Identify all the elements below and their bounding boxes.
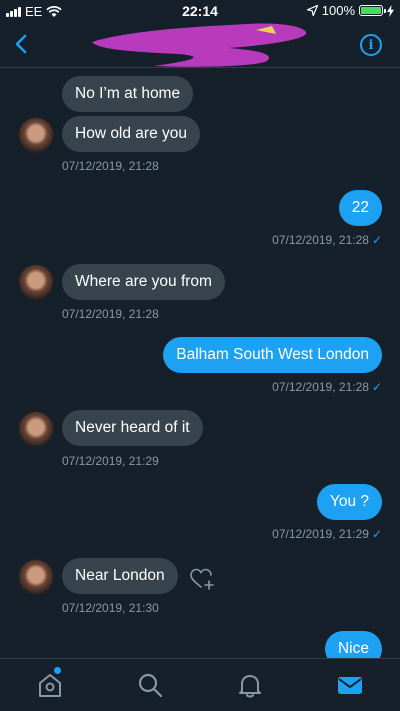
message-bubble-outgoing[interactable]: Balham South West London xyxy=(163,337,382,373)
message-bubble-incoming[interactable]: Where are you from xyxy=(62,264,225,300)
message-bubble-outgoing[interactable]: Nice xyxy=(324,631,382,658)
bottom-tab-bar xyxy=(0,658,400,711)
message-text: Never heard of it xyxy=(62,410,203,446)
message-text: 22 xyxy=(338,190,382,226)
like-heart-icon[interactable] xyxy=(190,568,216,592)
contact-avatar[interactable] xyxy=(18,264,54,300)
message-bubble-outgoing[interactable]: You ? xyxy=(316,484,382,520)
message-bubble-incoming[interactable]: Never heard of it xyxy=(62,410,203,446)
message-timestamp: 07/12/2019, 21:28 ✓ xyxy=(272,380,382,394)
home-icon[interactable] xyxy=(36,671,64,699)
conversation-header: i xyxy=(0,22,400,68)
redacted-contact-name xyxy=(92,23,307,67)
contact-avatar[interactable] xyxy=(18,559,54,595)
message-bubble-incoming[interactable]: Near London xyxy=(62,558,178,594)
contact-avatar[interactable] xyxy=(18,411,54,447)
message-bubble-incoming[interactable]: How old are you xyxy=(62,116,201,152)
message-timestamp: 07/12/2019, 21:29 xyxy=(62,454,159,468)
back-arrow-icon[interactable] xyxy=(8,30,36,58)
read-check-icon: ✓ xyxy=(371,233,382,247)
message-text: Nice xyxy=(324,631,382,658)
message-thread: No I’m at home How old are you 07/12/201… xyxy=(0,68,400,658)
message-timestamp: 07/12/2019, 21:28 ✓ xyxy=(272,233,382,247)
message-timestamp: 07/12/2019, 21:28 xyxy=(62,307,159,321)
status-right: 100% xyxy=(306,3,394,18)
search-icon[interactable] xyxy=(136,671,164,699)
notifications-icon[interactable] xyxy=(236,671,264,699)
read-check-icon: ✓ xyxy=(371,380,382,394)
contact-avatar[interactable] xyxy=(18,117,54,153)
new-activity-dot xyxy=(54,667,61,674)
message-timestamp: 07/12/2019, 21:30 xyxy=(62,601,159,615)
message-text: Where are you from xyxy=(62,264,225,300)
message-text: Balham South West London xyxy=(163,337,382,373)
message-text: You ? xyxy=(316,484,382,520)
conversation-info-icon[interactable]: i xyxy=(360,34,382,56)
message-text: No I’m at home xyxy=(62,76,194,112)
message-text: How old are you xyxy=(62,116,201,152)
read-check-icon: ✓ xyxy=(371,527,382,541)
status-bar: EE 22:14 100% xyxy=(0,0,400,22)
messages-icon[interactable] xyxy=(336,671,364,699)
location-arrow-icon xyxy=(306,5,318,16)
message-bubble-outgoing[interactable]: 22 xyxy=(338,190,382,226)
charging-bolt-icon xyxy=(387,4,394,17)
message-text: Near London xyxy=(62,558,178,594)
message-timestamp: 07/12/2019, 21:29 ✓ xyxy=(272,527,382,541)
message-bubble-incoming[interactable]: No I’m at home xyxy=(62,76,194,112)
battery-icon xyxy=(359,5,386,16)
battery-percent: 100% xyxy=(321,3,355,18)
message-timestamp: 07/12/2019, 21:28 xyxy=(62,159,159,173)
